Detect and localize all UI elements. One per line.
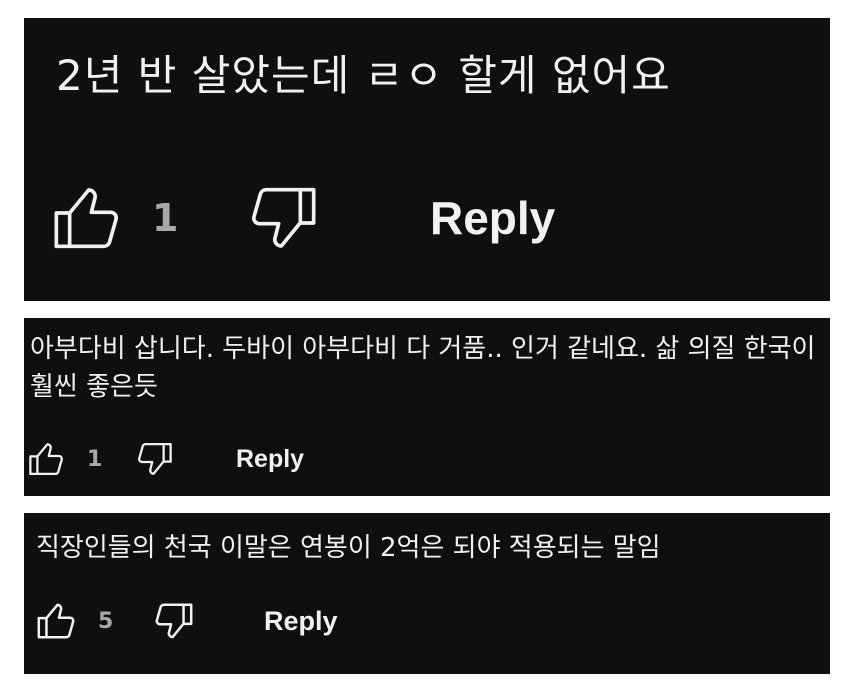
like-count: 1 (152, 196, 179, 240)
thumbs-up-icon[interactable] (34, 598, 80, 644)
thumbs-up-icon[interactable] (26, 438, 68, 480)
comment-actions: 5 Reply (24, 599, 830, 643)
comment-card: 직장인들의 천국 이말은 연봉이 2억은 되야 적용되는 말임 5 Reply (24, 513, 830, 674)
like-count: 1 (87, 446, 103, 472)
like-count: 5 (98, 608, 114, 634)
thumbs-up-icon[interactable] (48, 178, 128, 258)
reply-button[interactable]: Reply (264, 606, 338, 637)
thumbs-down-icon[interactable] (133, 438, 175, 480)
comment-card: 2년 반 살았는데 ㄹㅇ 할게 없어요 1 Reply (24, 18, 830, 301)
reply-button[interactable]: Reply (236, 445, 304, 474)
comment-actions: 1 Reply (24, 438, 830, 480)
comment-actions: 1 Reply (24, 176, 830, 260)
thumbs-down-icon[interactable] (150, 598, 196, 644)
thumbs-down-icon[interactable] (242, 178, 322, 258)
comment-text: 직장인들의 천국 이말은 연봉이 2억은 되야 적용되는 말임 (36, 533, 661, 563)
reply-button[interactable]: Reply (430, 191, 555, 245)
comment-text: 아부다비 삽니다. 두바이 아부다비 다 거품.. 인거 같네요. 삶 의질 한… (30, 334, 816, 402)
comment-text: 2년 반 살았는데 ㄹㅇ 할게 없어요 (56, 51, 671, 100)
comment-card: 아부다비 삽니다. 두바이 아부다비 다 거품.. 인거 같네요. 삶 의질 한… (24, 318, 830, 496)
